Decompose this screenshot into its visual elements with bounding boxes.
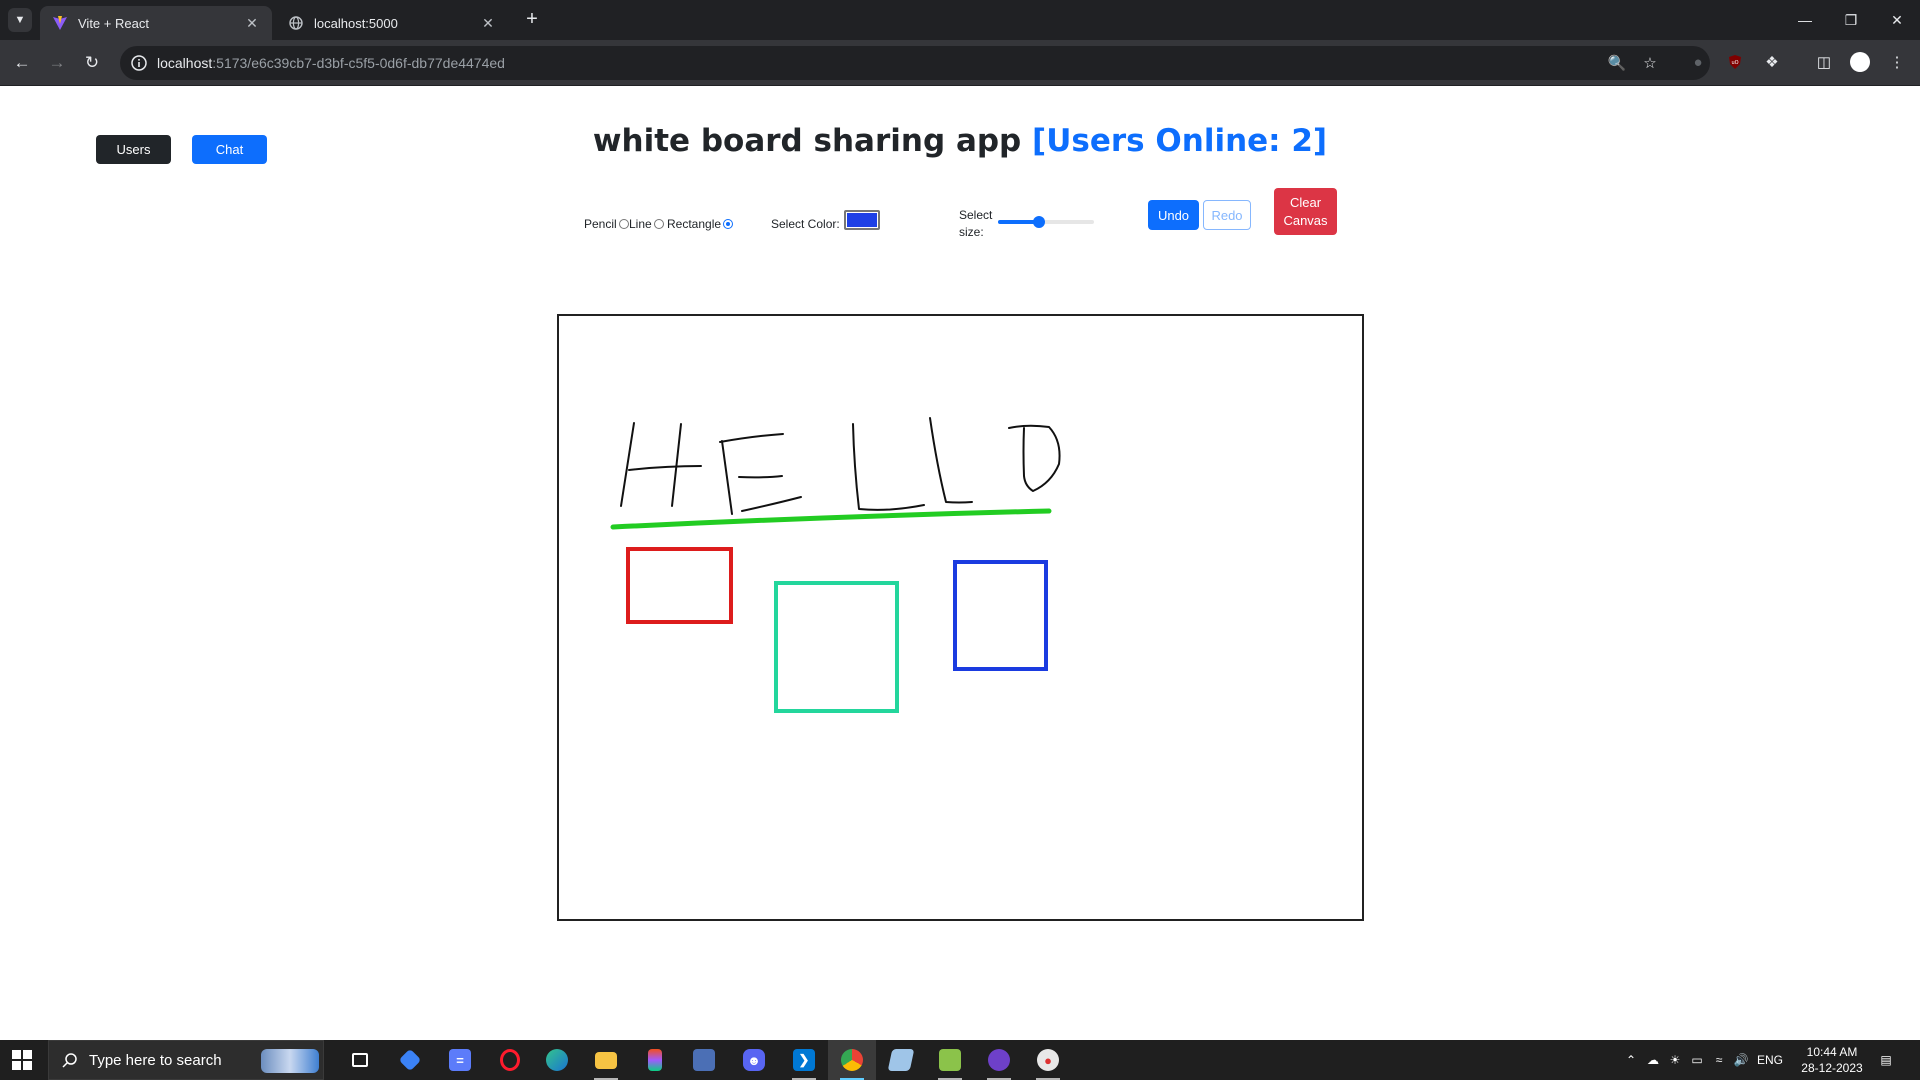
teal-rectangle — [774, 581, 899, 713]
globe-icon — [288, 15, 304, 31]
tool-option-rectangle[interactable]: Rectangle — [667, 217, 734, 231]
vscode-icon[interactable]: ❯ — [780, 1040, 828, 1080]
ublock-icon[interactable]: uO — [1724, 51, 1746, 73]
site-info-icon[interactable] — [130, 54, 148, 72]
close-tab-icon[interactable]: ✕ — [244, 15, 260, 32]
pencil-stroke — [721, 440, 733, 515]
tab-title: localhost:5000 — [314, 15, 398, 31]
notes-app-icon[interactable] — [877, 1040, 925, 1080]
browser-tab-strip: ▼ Vite + React ✕ localhost:5000 ✕ + — ❐ … — [0, 0, 1920, 40]
sync-icon[interactable]: ☀ — [1664, 1053, 1686, 1067]
page-title: white board sharing app [Users Online: 2… — [0, 123, 1920, 159]
back-icon[interactable]: ← — [10, 51, 34, 75]
remote-desktop-icon[interactable] — [680, 1040, 728, 1080]
discord-icon[interactable]: ☻ — [730, 1040, 778, 1080]
search-icon — [62, 1053, 77, 1068]
system-tray: ⌃ ☁ ☀ ▭ ≈ 🔊 ENG — [1620, 1040, 1788, 1080]
tab-search-icon[interactable]: ▼ — [8, 8, 32, 32]
battery-icon[interactable]: ▭ — [1686, 1053, 1708, 1067]
rectangle-radio[interactable] — [723, 219, 734, 229]
chrome-icon[interactable] — [828, 1040, 876, 1080]
selected-color-swatch — [847, 213, 877, 227]
underline-stroke — [610, 508, 1052, 530]
forward-icon[interactable]: → — [45, 51, 69, 75]
taskbar-search[interactable]: Type here to search — [48, 1040, 324, 1080]
browser-toolbar: ← → ↻ localhost:5173/e6c39cb7-d3bf-c5f5-… — [0, 40, 1920, 86]
color-label: Select Color: — [771, 217, 840, 231]
size-slider[interactable] — [998, 216, 1094, 228]
red-rectangle — [626, 547, 733, 624]
bookmark-star-icon[interactable]: ☆ — [1641, 54, 1659, 72]
undo-button[interactable]: Undo — [1148, 200, 1199, 230]
slider-thumb[interactable] — [1033, 216, 1046, 228]
wifi-icon[interactable]: ≈ — [1708, 1053, 1730, 1067]
page: Users Chat white board sharing app [User… — [0, 87, 1920, 1040]
app-title: white board sharing app — [592, 123, 1022, 159]
whiteboard-canvas[interactable] — [557, 314, 1364, 921]
taskbar-clock[interactable]: 10:44 AM 28-12-2023 — [1796, 1044, 1868, 1076]
new-tab-icon[interactable]: + — [520, 8, 544, 32]
copilot-icon[interactable] — [386, 1040, 434, 1080]
edge-icon[interactable] — [533, 1040, 581, 1080]
pencil-stroke — [852, 423, 925, 511]
paint-icon[interactable]: ● — [1024, 1040, 1072, 1080]
file-explorer-icon[interactable] — [582, 1040, 630, 1080]
canvas-drawing — [610, 417, 1061, 713]
color-picker[interactable] — [844, 210, 880, 230]
volume-icon[interactable]: 🔊 — [1730, 1053, 1752, 1067]
svg-text:uO: uO — [1731, 60, 1738, 66]
github-desktop-icon[interactable] — [975, 1040, 1023, 1080]
task-view-icon[interactable] — [336, 1040, 384, 1080]
chevron-up-icon[interactable]: ⌃ — [1620, 1053, 1642, 1067]
tool-option-pencil[interactable]: Pencil — [584, 217, 629, 231]
extension-dim-icon[interactable]: ● — [1687, 51, 1709, 73]
tab-localhost-5000[interactable]: localhost:5000 ✕ — [276, 6, 508, 40]
figma-icon[interactable] — [631, 1040, 679, 1080]
tab-vite-react[interactable]: Vite + React ✕ — [40, 6, 272, 40]
tool-option-line[interactable]: Line — [629, 217, 664, 231]
chrome-menu-icon[interactable]: ⋮ — [1886, 51, 1908, 73]
redo-button[interactable]: Redo — [1203, 200, 1251, 230]
pencil-stroke — [929, 417, 973, 504]
blue-rectangle — [953, 560, 1048, 671]
restore-icon[interactable]: ❐ — [1828, 0, 1874, 40]
search-placeholder: Type here to search — [89, 1052, 222, 1069]
users-online-count: [Users Online: 2] — [1032, 123, 1328, 159]
windows-taskbar: Type here to search = ☻ ❯ ● ⌃ ☁ ☀ ▭ ≈ 🔊 … — [0, 1040, 1920, 1080]
onedrive-icon[interactable]: ☁ — [1642, 1053, 1664, 1067]
calculator-icon[interactable]: = — [436, 1040, 484, 1080]
line-radio[interactable] — [653, 219, 664, 229]
zoom-icon[interactable]: 🔍 — [1608, 54, 1627, 72]
pencil-radio[interactable] — [618, 219, 629, 229]
pencil-stroke — [741, 496, 802, 512]
side-panel-icon[interactable]: ◫ — [1813, 51, 1835, 73]
clear-canvas-button[interactable]: Clear Canvas — [1274, 188, 1337, 235]
close-tab-icon[interactable]: ✕ — [480, 15, 496, 32]
minimize-icon[interactable]: — — [1782, 0, 1828, 40]
tab-title: Vite + React — [78, 15, 149, 31]
pencil-stroke — [738, 475, 783, 479]
notepad-plus-icon[interactable] — [926, 1040, 974, 1080]
language-indicator[interactable]: ENG — [1752, 1053, 1788, 1067]
clock-date: 28-12-2023 — [1801, 1061, 1863, 1075]
reload-icon[interactable]: ↻ — [80, 51, 104, 75]
windows-start-icon[interactable] — [12, 1050, 32, 1070]
size-label: Select size: — [959, 208, 993, 239]
pencil-stroke — [628, 465, 702, 471]
close-window-icon[interactable]: ✕ — [1874, 0, 1920, 40]
opera-icon[interactable] — [486, 1040, 534, 1080]
extensions-puzzle-icon[interactable]: ❖ — [1761, 51, 1783, 73]
pencil-stroke — [1008, 424, 1061, 492]
address-bar[interactable]: localhost:5173/e6c39cb7-d3bf-c5f5-0d6f-d… — [120, 46, 1710, 80]
clock-time: 10:44 AM — [1806, 1045, 1858, 1059]
profile-avatar[interactable] — [1849, 51, 1871, 73]
pencil-stroke — [671, 423, 682, 507]
search-highlight-icon — [261, 1049, 319, 1073]
pencil-stroke — [620, 422, 635, 507]
vite-icon — [52, 15, 68, 31]
pencil-stroke — [719, 433, 784, 443]
notifications-icon[interactable]: ▤ — [1876, 1040, 1896, 1080]
url-text: localhost:5173/e6c39cb7-d3bf-c5f5-0d6f-d… — [157, 55, 505, 71]
